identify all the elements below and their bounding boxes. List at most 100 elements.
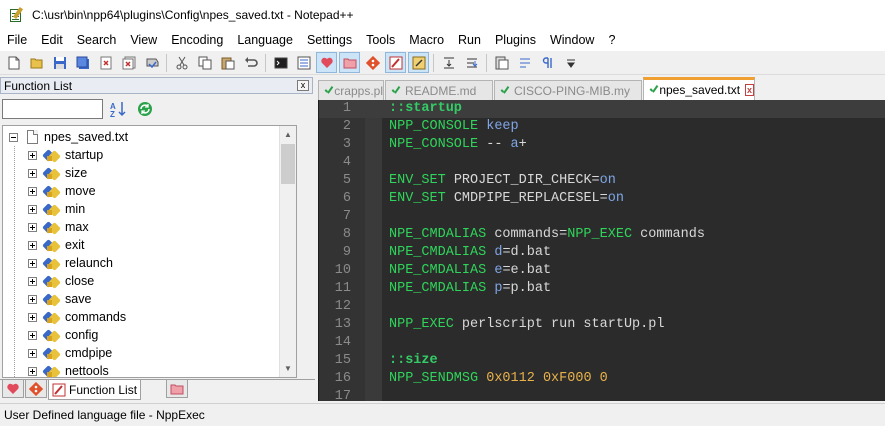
git-button[interactable] [362,52,383,73]
tree-item[interactable]: startup [28,146,103,164]
tree-item[interactable]: min [28,200,85,218]
expand-icon[interactable] [28,186,37,196]
close-all-button[interactable] [118,52,139,73]
code-line[interactable]: 3 NPE_CONSOLE -- a+ [319,136,885,154]
wrap-button[interactable] [461,52,482,73]
tree-item[interactable]: size [28,164,87,182]
function-list-close-button[interactable]: x [297,80,309,91]
menu-view[interactable]: View [123,30,164,51]
code-line[interactable]: 6 ENV_SET CMDPIPE_REPLACESEL=on [319,190,885,208]
code-line[interactable]: 14 [319,334,885,352]
expand-icon[interactable] [28,294,37,304]
code-line[interactable]: 16 NPP_SENDMSG 0x0112 0xF000 0 [319,370,885,388]
menu-language[interactable]: Language [230,30,300,51]
panel-tab-folder[interactable] [166,380,189,398]
expand-icon[interactable] [28,150,37,160]
code-line[interactable]: 8 NPE_CMDALIAS commands=NPP_EXEC commands [319,226,885,244]
sort-icon[interactable]: A Z [109,100,127,118]
expand-icon[interactable] [28,204,37,214]
word-wrap-button[interactable] [514,52,535,73]
expand-icon[interactable] [28,312,37,322]
tree-item[interactable]: commands [28,308,126,326]
expand-icon[interactable] [28,348,37,358]
function-list-button[interactable] [293,52,314,73]
panel-tab-function-list[interactable]: Function List [48,380,142,400]
menu-run[interactable]: Run [451,30,488,51]
scrollbar-thumb[interactable] [281,144,295,184]
tree-scrollbar[interactable]: ▲ ▼ [279,126,296,377]
expand-icon[interactable] [28,222,37,232]
code-line[interactable]: 11 NPE_CMDALIAS p=p.bat [319,280,885,298]
tree-root[interactable]: npes_saved.txt [9,128,128,146]
code-line[interactable]: 5 ENV_SET PROJECT_DIR_CHECK=on [319,172,885,190]
menu-file[interactable]: File [0,30,34,51]
folder-button[interactable] [339,52,360,73]
indent-button[interactable] [438,52,459,73]
toolbar-dropdown-button[interactable] [560,52,581,73]
tree-item[interactable]: cmdpipe [28,344,112,362]
editor-tab[interactable]: README.md [385,80,493,100]
panel-tab-favorites[interactable] [2,380,24,398]
menu-plugins[interactable]: Plugins [488,30,543,51]
editor-tab-active[interactable]: npes_saved.txt x [643,77,755,100]
menu-search[interactable]: Search [70,30,124,51]
print-button[interactable] [141,52,162,73]
refresh-icon[interactable] [136,100,154,118]
tree-item[interactable]: config [28,326,98,344]
tree-item[interactable]: max [28,218,89,236]
menu-tools[interactable]: Tools [359,30,402,51]
tab-close-icon[interactable]: x [745,84,754,96]
close-button[interactable] [95,52,116,73]
code-line[interactable]: 1::startup [319,100,885,118]
open-file-button[interactable] [26,52,47,73]
script-button[interactable] [408,52,429,73]
expand-icon[interactable] [28,276,37,286]
code-line[interactable]: 12 [319,298,885,316]
expand-icon[interactable] [28,330,37,340]
new-file-button[interactable] [3,52,24,73]
npp-exec-button[interactable] [385,52,406,73]
code-line[interactable]: 13 NPP_EXEC perlscript run startUp.pl [319,316,885,334]
new-doc-button[interactable] [491,52,512,73]
expand-icon[interactable] [28,366,37,376]
undo-button[interactable] [240,52,261,73]
code-line[interactable]: 9 NPE_CMDALIAS d=d.bat [319,244,885,262]
tree-item[interactable]: exit [28,236,84,254]
scroll-down-icon[interactable]: ▼ [280,360,296,377]
code-line[interactable]: 10 NPE_CMDALIAS e=e.bat [319,262,885,280]
menu-encoding[interactable]: Encoding [164,30,230,51]
menu-help[interactable]: ? [601,30,622,51]
code-line[interactable]: 2 NPP_CONSOLE keep [319,118,885,136]
editor-tab[interactable]: crapps.pl [318,80,384,100]
editor-tab[interactable]: CISCO-PING-MIB.my [494,80,642,100]
function-list-search-input[interactable] [2,99,103,119]
menu-settings[interactable]: Settings [300,30,359,51]
cut-button[interactable] [171,52,192,73]
menu-window[interactable]: Window [543,30,601,51]
favorites-button[interactable] [316,52,337,73]
show-all-chars-button[interactable] [537,52,558,73]
code-line[interactable]: 7 [319,208,885,226]
expand-icon[interactable] [28,168,37,178]
copy-button[interactable] [194,52,215,73]
save-all-button[interactable] [72,52,93,73]
save-button[interactable] [49,52,70,73]
code-line[interactable]: 17 [319,388,885,401]
scroll-up-icon[interactable]: ▲ [280,126,296,143]
tree-item[interactable]: save [28,290,91,308]
menu-edit[interactable]: Edit [34,30,70,51]
console-button[interactable] [270,52,291,73]
expand-icon[interactable] [28,258,37,268]
code-editor[interactable]: 1::startup 2 NPP_CONSOLE keep 3 NPE_CONSOLE … [318,100,885,401]
panel-tab-git[interactable] [25,380,47,398]
expand-icon[interactable] [28,240,37,250]
code-line[interactable]: 4 [319,154,885,172]
tree-item[interactable]: close [28,272,94,290]
collapse-icon[interactable] [9,132,18,142]
tree-item[interactable]: nettools [28,362,109,377]
paste-button[interactable] [217,52,238,73]
code-line[interactable]: 15::size [319,352,885,370]
tree-item[interactable]: move [28,182,96,200]
menu-macro[interactable]: Macro [402,30,451,51]
tree-item[interactable]: relaunch [28,254,113,272]
